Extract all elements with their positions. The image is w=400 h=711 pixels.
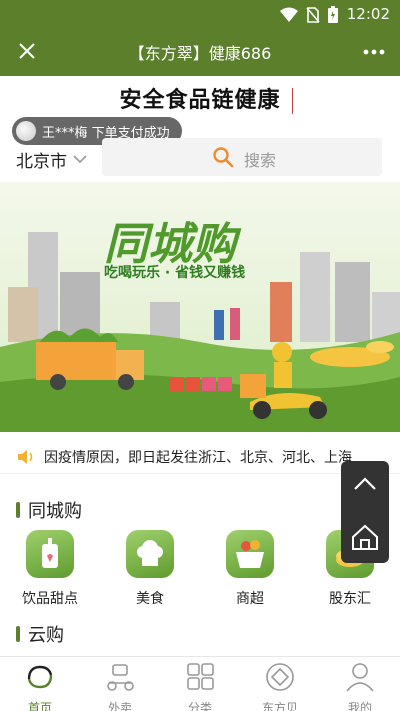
tab-label: 分类: [187, 701, 212, 711]
home-outline-icon: [352, 524, 378, 550]
title-bar: 【东方翠】健康686: [0, 28, 400, 76]
city-selector[interactable]: 北京市: [16, 146, 87, 172]
notice-bar[interactable]: 因疫情原因，即日起发往浙江、北京、河北、上海: [0, 440, 400, 474]
category-label: 美食: [136, 591, 164, 607]
status-icons: [280, 6, 338, 23]
floating-quick-panel: [341, 461, 389, 563]
tab-dongfangbei[interactable]: 东方贝: [240, 661, 320, 711]
category-row: 饮品甜点 美食 商超 股东汇: [0, 530, 400, 612]
tab-takeout[interactable]: 外卖: [80, 661, 160, 711]
slogan-seal-mark: [292, 88, 302, 114]
category-label: 股东汇: [329, 591, 371, 607]
section-cloud-title: 云购: [28, 625, 64, 646]
search-icon: [213, 147, 234, 168]
section-cloud-header: 云购: [16, 621, 64, 647]
category-food[interactable]: 美食: [110, 530, 190, 608]
scooter-icon: [107, 664, 134, 691]
person-icon: [346, 663, 374, 692]
scroll-top-button[interactable]: [341, 461, 389, 509]
chevron-up-icon: [354, 477, 376, 490]
chevron-down-icon: [73, 155, 87, 164]
wifi-icon: [280, 7, 298, 22]
bottom-tab-bar: 首页 外卖 分类 东方贝 我的: [0, 656, 400, 711]
city-label: 北京市: [16, 151, 67, 172]
section-marker: [16, 626, 20, 642]
tab-label: 外卖: [107, 701, 132, 711]
status-time: 12:02: [346, 5, 390, 23]
notice-text: 因疫情原因，即日起发往浙江、北京、河北、上海: [44, 449, 352, 466]
tab-label: 我的: [347, 701, 372, 711]
home-shortcut-button[interactable]: [341, 513, 389, 561]
chef-hat-icon: [126, 530, 174, 578]
section-local-header: 同城购: [16, 497, 82, 523]
more-dots-icon: [363, 49, 385, 55]
tab-profile[interactable]: 我的: [320, 661, 400, 711]
banner-subtitle: 吃喝玩乐 · 省钱又赚钱: [104, 265, 246, 281]
slogan-calligraphy: 安全食品链健康: [119, 87, 281, 113]
status-bar: 12:02: [0, 0, 400, 28]
tab-home[interactable]: 首页: [0, 661, 80, 711]
section-local-title: 同城购: [28, 501, 82, 522]
diamond-coin-icon: [266, 663, 294, 691]
page-title: 【东方翠】健康686: [128, 44, 272, 63]
tab-categories[interactable]: 分类: [160, 661, 240, 711]
drink-cup-icon: [26, 530, 74, 578]
no-sim-icon: [306, 6, 320, 23]
grid-icon: [187, 663, 214, 690]
home-icon: [27, 665, 53, 689]
avatar: [16, 121, 36, 141]
supermarket-basket-icon: [226, 530, 274, 578]
category-supermarket[interactable]: 商超: [210, 530, 290, 608]
tab-label: 首页: [27, 701, 52, 711]
speaker-icon: [18, 449, 33, 464]
battery-icon: [328, 6, 338, 23]
category-drinks[interactable]: 饮品甜点: [10, 530, 90, 608]
search-input[interactable]: 搜索: [102, 138, 382, 176]
section-marker: [16, 502, 20, 518]
promo-banner[interactable]: 同城购 吃喝玩乐 · 省钱又赚钱: [0, 182, 400, 432]
category-label: 饮品甜点: [22, 591, 78, 607]
tab-label: 东方贝: [261, 701, 298, 711]
more-button[interactable]: [360, 40, 388, 64]
search-placeholder: 搜索: [244, 151, 277, 170]
category-label: 商超: [236, 591, 264, 607]
